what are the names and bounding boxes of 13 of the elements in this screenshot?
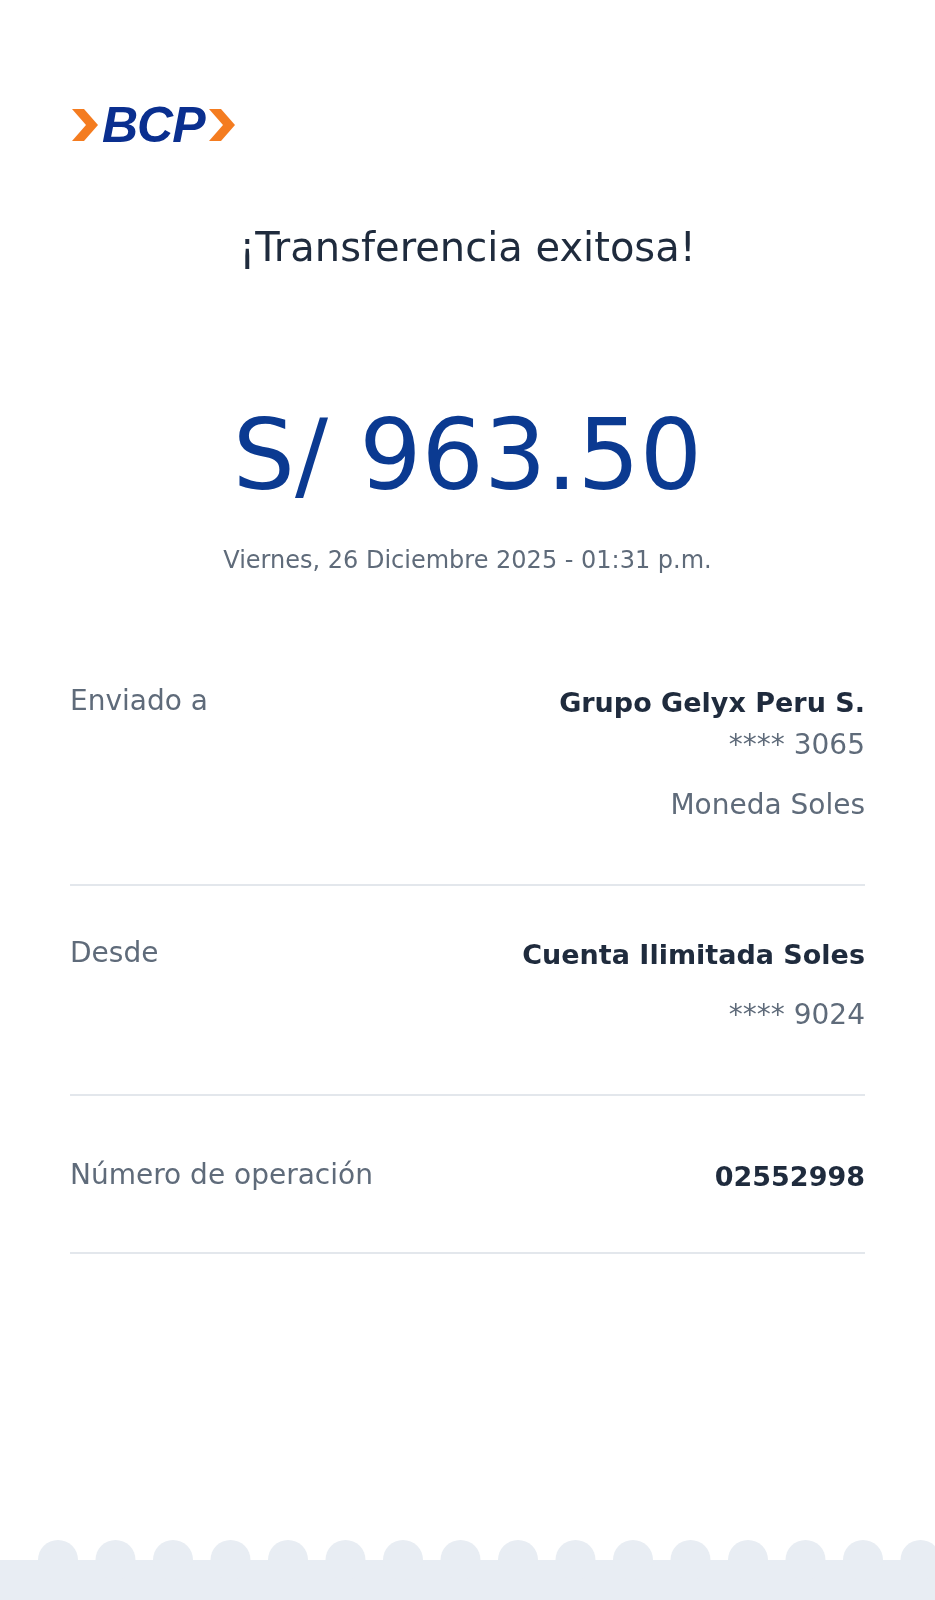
date-time: Viernes, 26 Diciembre 2025 - 01:31 p.m. — [222, 546, 713, 574]
detail-value: Cuenta Ilimitada Soles — [522, 938, 865, 972]
detail-label: Enviado a — [70, 684, 208, 717]
detail-label: Número de operación — [70, 1158, 373, 1191]
detail-note: **** 9024 — [728, 997, 865, 1033]
success-title: ¡Transferencia exitosa! — [238, 223, 697, 272]
detail-note: Moneda Soles — [670, 787, 865, 823]
account-number: **** 3065 — [728, 727, 865, 763]
brand-logo: BCP — [102, 100, 205, 150]
detail-value: 02552998 — [714, 1160, 865, 1194]
amount: S/ 963.50 — [231, 400, 704, 510]
detail-value: Grupo Gelyx Peru S. — [559, 686, 865, 720]
detail-label: Desde — [70, 936, 159, 969]
